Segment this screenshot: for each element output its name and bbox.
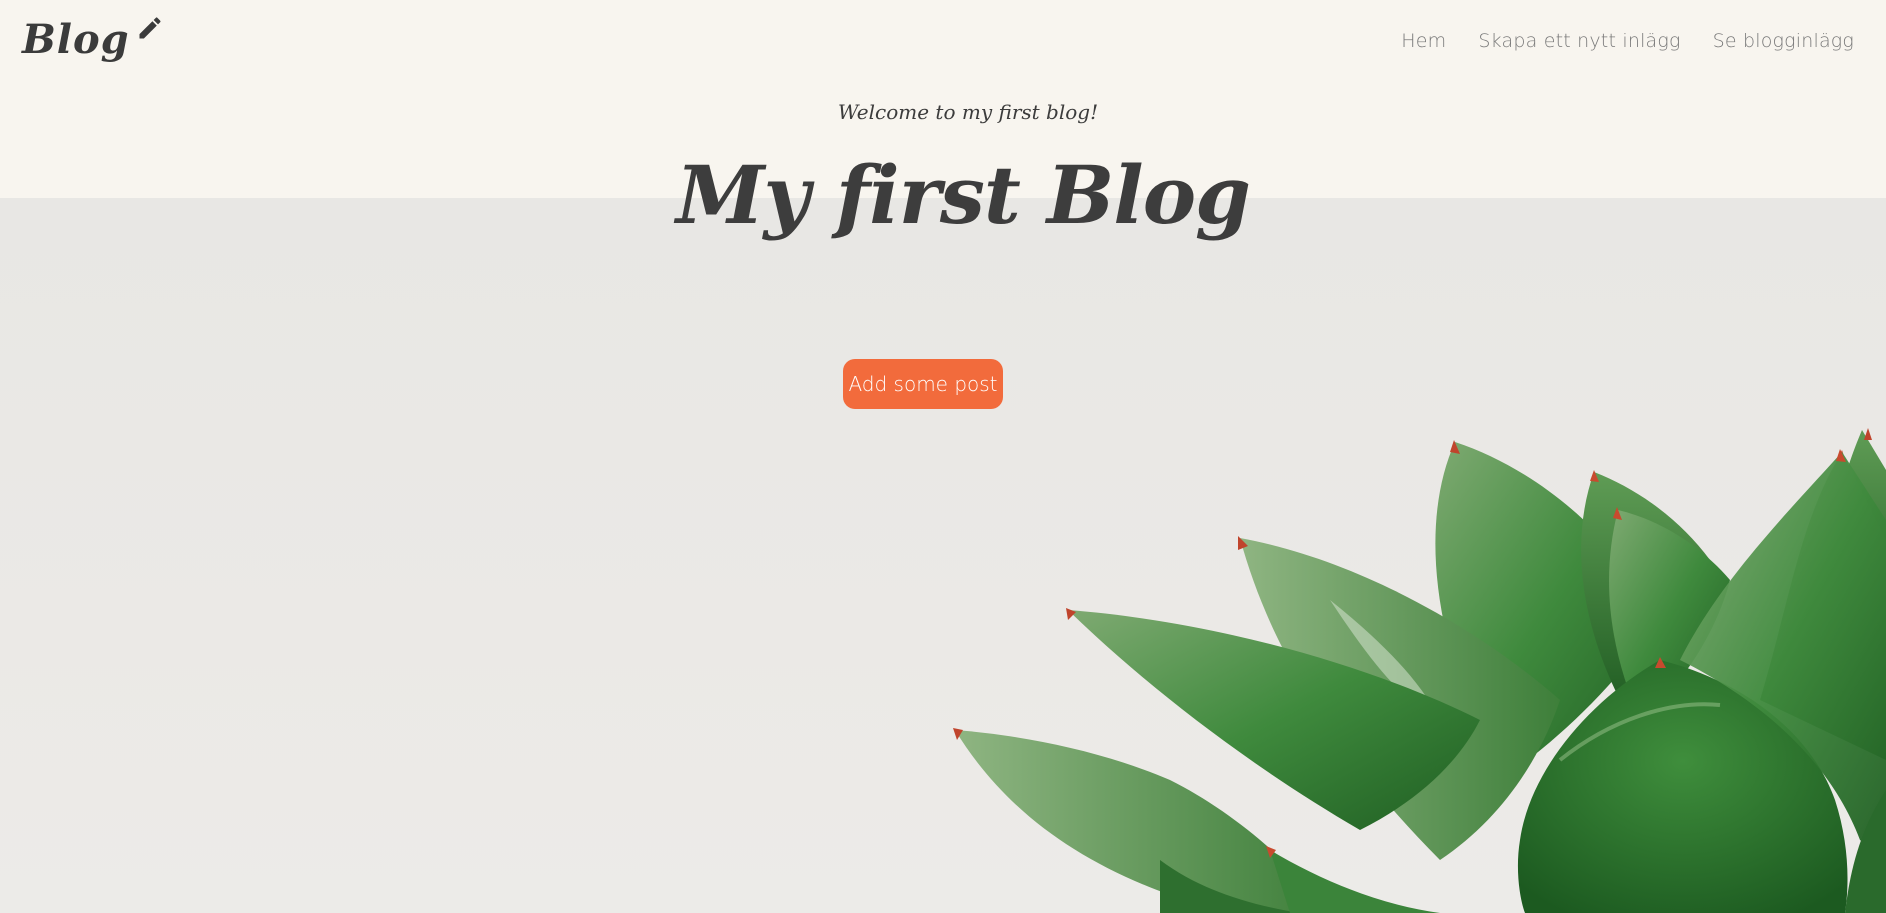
page: Blog Hem Skapa ett nytt inlägg Se bloggi… xyxy=(0,0,1886,913)
nav-links: Hem Skapa ett nytt inlägg Se blogginlägg xyxy=(1401,30,1854,52)
brand-logo[interactable]: Blog xyxy=(22,10,164,70)
nav-link-view-posts[interactable]: Se blogginlägg xyxy=(1713,30,1854,52)
succulent-plant-image xyxy=(953,428,1886,913)
pencil-icon xyxy=(139,17,161,39)
page-title: My first Blog xyxy=(676,148,1251,242)
welcome-subtitle: Welcome to my first blog! xyxy=(837,100,1099,124)
brand-text: Blog xyxy=(22,16,130,63)
add-post-button[interactable]: Add some post xyxy=(843,359,1003,409)
navbar: Blog Hem Skapa ett nytt inlägg Se bloggi… xyxy=(0,0,1886,86)
nav-link-hem[interactable]: Hem xyxy=(1401,30,1446,52)
nav-link-create-post[interactable]: Skapa ett nytt inlägg xyxy=(1478,30,1680,52)
